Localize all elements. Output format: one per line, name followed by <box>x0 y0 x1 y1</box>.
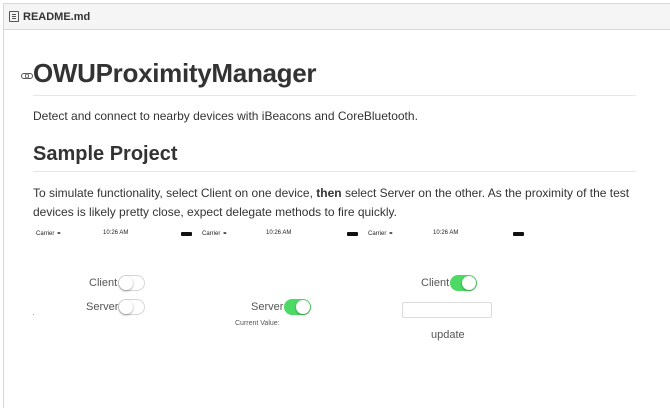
file-icon <box>9 11 19 22</box>
server-toggle[interactable] <box>118 299 145 315</box>
section-heading: Sample Project <box>33 143 178 165</box>
carrier-label: Carrier <box>202 231 221 237</box>
page-title: OWUProximityManager <box>33 58 317 88</box>
server-label: Server <box>86 301 119 313</box>
client-label: Client <box>421 277 450 289</box>
wifi-icon: ⚭ <box>56 231 62 237</box>
status-time: 10:26 AM <box>433 230 459 236</box>
instructions-paragraph: To simulate functionality, select Client… <box>33 184 658 222</box>
current-value-label: Current Value: <box>235 320 280 327</box>
value-text-field[interactable] <box>402 302 492 318</box>
wifi-icon: ⚭ <box>222 231 228 237</box>
status-time: 10:26 AM <box>103 230 129 236</box>
battery-icon <box>181 232 192 236</box>
battery-icon <box>347 232 358 236</box>
intro-text: Detect and connect to nearby devices wit… <box>33 109 418 123</box>
update-button[interactable]: update <box>431 329 465 341</box>
stray-mark <box>33 314 34 315</box>
status-bar-3: Carrier ⚭ 10:26 AM <box>368 230 528 240</box>
link-icon[interactable] <box>21 72 33 80</box>
carrier-label: Carrier <box>36 231 55 237</box>
paragraph-text-1: To simulate functionality, select Client… <box>33 186 317 200</box>
section-divider <box>33 171 636 172</box>
client-toggle[interactable] <box>118 275 145 291</box>
file-name[interactable]: README.md <box>23 11 90 23</box>
server-label: Server <box>251 301 284 313</box>
carrier-label: Carrier <box>368 231 387 237</box>
paragraph-bold: then <box>316 186 342 200</box>
battery-icon <box>513 232 524 236</box>
status-time: 10:26 AM <box>266 230 292 236</box>
title-divider <box>33 95 636 96</box>
status-bar-2: Carrier ⚭ 10:26 AM <box>202 230 362 240</box>
status-bar-1: Carrier ⚭ 10:26 AM <box>36 230 196 240</box>
file-header: README.md <box>4 4 670 30</box>
client-label: Client <box>89 277 118 289</box>
server-toggle[interactable] <box>284 299 311 315</box>
wifi-icon: ⚭ <box>388 231 394 237</box>
client-toggle[interactable] <box>450 275 477 291</box>
